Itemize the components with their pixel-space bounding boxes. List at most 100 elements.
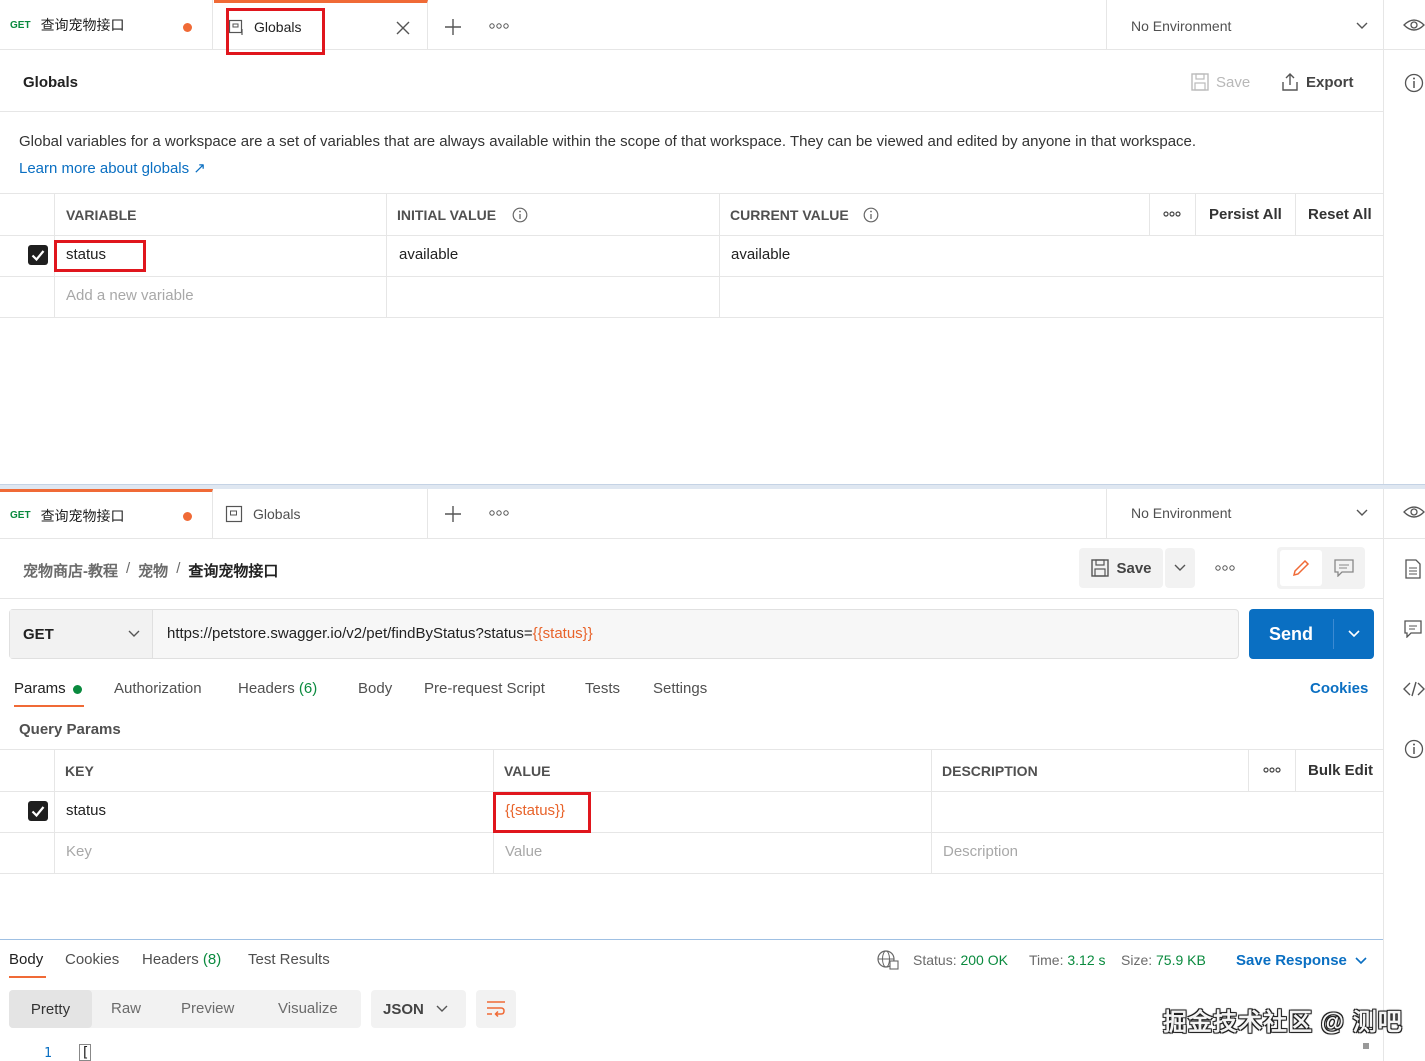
save-response-button[interactable]: Save Response [1236,952,1367,969]
highlight-box [493,792,591,833]
param-key-cell[interactable]: status [66,802,106,819]
eye-icon[interactable] [1403,17,1425,33]
response-tab-cookies[interactable]: Cookies [65,951,119,968]
new-variable-input[interactable]: Add a new variable [66,287,194,304]
tab-authorization[interactable]: Authorization [114,680,202,697]
query-params-heading: Query Params [19,721,121,738]
breadcrumb-item[interactable]: 宠物 [138,560,168,581]
send-dropdown-button[interactable] [1334,609,1374,659]
more-icon[interactable] [1263,767,1281,773]
more-icon[interactable] [1163,211,1181,217]
check-icon [31,806,45,818]
headers-count: (6) [298,680,318,697]
chevron-down-icon [1348,630,1360,638]
scrollbar-thumb[interactable] [1363,1043,1369,1049]
view-pretty-button[interactable]: Pretty [9,990,92,1028]
globe-icon[interactable] [877,950,899,970]
column-header-current-value: CURRENT VALUE [730,207,849,223]
time-value: 3.12 s [1067,952,1106,968]
active-tab-underline [9,976,46,978]
save-label: Save [1216,73,1251,91]
response-body-text[interactable]: [ [79,1044,92,1061]
tab-request[interactable]: GET 查询宠物接口 [0,489,213,539]
save-button[interactable]: Save [1079,548,1163,588]
info-icon[interactable] [1404,739,1424,759]
environment-select[interactable]: No Environment [1131,505,1231,521]
send-button[interactable]: Send [1249,609,1333,659]
view-visualize-button[interactable]: Visualize [278,1000,338,1017]
plus-icon[interactable] [445,19,461,35]
url-input[interactable]: https://petstore.swagger.io/v2/pet/findB… [167,625,593,642]
persist-all-button[interactable]: Persist All [1209,206,1282,223]
close-icon[interactable] [396,21,410,35]
new-key-input[interactable]: Key [66,843,92,860]
response-tab-body[interactable]: Body [9,951,43,968]
breadcrumb: 宠物商店-教程 / 宠物 / 查询宠物接口 [23,560,279,581]
tab-body[interactable]: Body [358,680,392,697]
export-button[interactable]: Export [1280,72,1354,92]
comment-mode-button[interactable] [1325,550,1363,586]
more-icon[interactable] [1215,565,1235,571]
comment-icon [1334,559,1354,577]
chevron-down-icon[interactable] [1356,22,1368,30]
save-response-label: Save Response [1236,952,1347,969]
code-icon[interactable] [1403,681,1425,697]
environment-select[interactable]: No Environment [1131,18,1231,34]
unsaved-dot [183,23,192,32]
column-header-value: VALUE [504,763,551,779]
new-description-input[interactable]: Description [943,843,1018,860]
tab-settings[interactable]: Settings [653,680,707,697]
response-tab-test-results[interactable]: Test Results [248,951,330,968]
learn-more-link[interactable]: Learn more about globals ↗ [19,159,206,177]
wrap-lines-button[interactable] [476,990,516,1028]
variable-enabled-checkbox[interactable] [28,245,48,265]
view-preview-button[interactable]: Preview [181,1000,234,1017]
param-enabled-checkbox[interactable] [28,801,48,821]
highlight-box [226,8,325,55]
method-select[interactable]: GET [10,610,153,658]
right-rail [1383,50,1425,484]
comment-icon[interactable] [1404,620,1422,638]
document-icon[interactable] [1405,559,1421,579]
new-value-input[interactable]: Value [505,843,542,860]
save-button[interactable]: Save [1190,72,1250,92]
time-label: Time: [1029,952,1064,968]
eye-icon[interactable] [1403,504,1425,520]
tab-tests[interactable]: Tests [585,680,620,697]
chevron-down-icon[interactable] [1356,509,1368,517]
tab-label: Headers [238,680,295,697]
check-icon [31,250,45,262]
breadcrumb-item[interactable]: 宠物商店-教程 [23,560,118,581]
cookies-link[interactable]: Cookies [1310,680,1368,697]
current-value-cell[interactable]: available [731,246,790,263]
format-select[interactable]: JSON [371,990,466,1028]
response-tab-headers[interactable]: Headers (8) [142,951,221,968]
save-dropdown-button[interactable] [1165,548,1195,588]
bulk-edit-button[interactable]: Bulk Edit [1308,762,1373,779]
info-icon[interactable] [512,207,528,223]
plus-icon[interactable] [445,506,461,522]
chevron-down-icon [128,630,140,637]
tab-request[interactable]: GET 查询宠物接口 [0,0,213,50]
initial-value-cell[interactable]: available [399,246,458,263]
tab-headers[interactable]: Headers (6) [238,680,317,697]
more-icon[interactable] [489,23,509,29]
edit-mode-button[interactable] [1280,550,1322,586]
view-raw-button[interactable]: Raw [111,1000,141,1017]
format-label: JSON [383,1000,424,1018]
more-icon[interactable] [489,510,509,516]
method-label: GET [23,625,54,643]
active-tab-underline [14,705,84,707]
globals-icon [225,505,243,523]
tab-pre-request-script[interactable]: Pre-request Script [424,680,545,697]
save-label: Save [1116,559,1152,577]
info-icon[interactable] [863,207,879,223]
tab-globals[interactable]: Globals [214,489,428,539]
info-icon[interactable] [1404,73,1424,93]
size-value: 75.9 KB [1156,952,1206,968]
reset-all-button[interactable]: Reset All [1308,206,1372,223]
tab-params[interactable]: Params [14,680,66,697]
chevron-down-icon [1355,956,1367,964]
tab-label: Headers [142,951,199,968]
breadcrumb-current[interactable]: 查询宠物接口 [188,560,278,581]
